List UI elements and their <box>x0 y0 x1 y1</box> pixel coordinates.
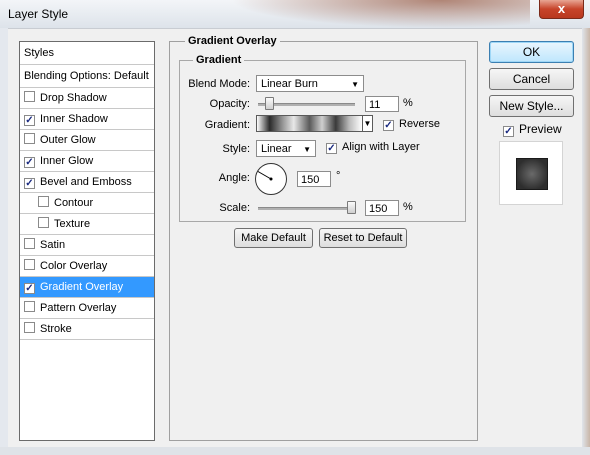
blend-mode-value: Linear Burn <box>261 78 318 90</box>
preview-label: Preview <box>519 122 562 136</box>
style-item-label: Drop Shadow <box>40 92 107 104</box>
style-item-outer-glow[interactable]: Outer Glow <box>20 130 154 151</box>
align-label: Align with Layer <box>342 141 420 153</box>
style-item-texture[interactable]: Texture <box>20 214 154 235</box>
checkbox-icon[interactable] <box>38 196 49 207</box>
checkbox-icon[interactable] <box>24 238 35 249</box>
angle-unit: ° <box>336 170 341 182</box>
chevron-down-icon: ▼ <box>303 145 311 154</box>
opacity-unit: % <box>403 97 413 109</box>
checkbox-icon[interactable] <box>24 322 35 333</box>
window-title: Layer Style <box>8 7 69 21</box>
align-with-layer-checkbox[interactable]: ✓ Align with Layer <box>326 141 420 154</box>
style-item-satin[interactable]: Satin <box>20 235 154 256</box>
checkbox-icon[interactable] <box>24 133 35 144</box>
style-item-label: Contour <box>54 197 94 209</box>
window-border-bottom <box>0 447 590 455</box>
close-button[interactable]: x <box>539 0 584 19</box>
checkbox-icon[interactable] <box>24 91 35 102</box>
style-item-label: Inner Glow <box>40 155 94 167</box>
window-border-right <box>582 28 590 455</box>
style-value: Linear <box>261 143 292 155</box>
scale-label: Scale: <box>219 202 250 214</box>
style-item-inner-glow[interactable]: ✓ Inner Glow <box>20 151 154 172</box>
style-item-stroke[interactable]: Stroke <box>20 319 154 340</box>
align-check-icon: ✓ <box>326 143 337 154</box>
blend-mode-label: Blend Mode: <box>188 78 250 90</box>
opacity-input[interactable]: 11 <box>365 96 399 112</box>
scale-slider-track[interactable] <box>258 207 355 210</box>
reverse-label: Reverse <box>399 118 440 130</box>
style-item-color-overlay[interactable]: Color Overlay <box>20 256 154 277</box>
style-item-label: Bevel and Emboss <box>40 176 132 188</box>
group-title: Gradient <box>193 54 245 66</box>
angle-label: Angle: <box>218 172 250 184</box>
new-style-button[interactable]: New Style... <box>489 95 574 117</box>
blend-mode-select[interactable]: Linear Burn ▼ <box>256 75 364 92</box>
style-item-drop-shadow[interactable]: Drop Shadow <box>20 88 154 109</box>
reverse-checkbox[interactable]: ✓ Reverse <box>383 118 440 131</box>
checkbox-icon[interactable] <box>24 259 35 270</box>
cancel-button[interactable]: Cancel <box>489 68 574 90</box>
checkbox-icon[interactable]: ✓ <box>24 283 35 294</box>
reverse-check-icon: ✓ <box>383 120 394 131</box>
angle-dial[interactable] <box>255 163 287 195</box>
make-default-button[interactable]: Make Default <box>234 228 313 248</box>
checkbox-icon[interactable] <box>38 217 49 228</box>
checkbox-icon[interactable]: ✓ <box>24 115 35 126</box>
reset-to-default-button[interactable]: Reset to Default <box>319 228 407 248</box>
ok-button[interactable]: OK <box>489 41 574 63</box>
blending-options-item[interactable]: Blending Options: Default <box>20 65 154 88</box>
gradient-swatch[interactable] <box>256 115 363 132</box>
preview-thumbnail <box>499 141 563 205</box>
style-item-contour[interactable]: Contour <box>20 193 154 214</box>
style-item-label: Outer Glow <box>40 134 96 146</box>
angle-input[interactable]: 150 <box>297 171 331 187</box>
style-select[interactable]: Linear ▼ <box>256 140 316 157</box>
style-item-label: Gradient Overlay <box>40 281 124 293</box>
title-bar[interactable]: Layer Style <box>0 0 590 29</box>
style-item-bevel-and-emboss[interactable]: ✓ Bevel and Emboss <box>20 172 154 193</box>
style-item-label: Stroke <box>40 323 72 335</box>
styles-list: Styles Blending Options: Default Drop Sh… <box>19 41 155 441</box>
scale-unit: % <box>403 201 413 213</box>
opacity-slider-thumb[interactable] <box>264 97 274 110</box>
scale-input[interactable]: 150 <box>365 200 399 216</box>
preview-swatch <box>516 158 548 190</box>
scale-slider-thumb[interactable] <box>347 201 357 214</box>
chevron-down-icon: ▼ <box>351 80 359 89</box>
checkbox-icon[interactable] <box>24 301 35 312</box>
style-item-label: Color Overlay <box>40 260 108 272</box>
style-item-label: Inner Shadow <box>40 113 108 125</box>
style-item-label: Pattern Overlay <box>40 302 117 314</box>
window-border-left <box>0 28 8 455</box>
section-title: Gradient Overlay <box>185 35 280 47</box>
style-item-inner-shadow[interactable]: ✓ Inner Shadow <box>20 109 154 130</box>
styles-list-header[interactable]: Styles <box>20 42 154 65</box>
opacity-label: Opacity: <box>209 98 250 110</box>
preview-checkbox[interactable]: ✓ Preview <box>503 122 562 137</box>
checkbox-icon[interactable]: ✓ <box>24 157 35 168</box>
style-item-gradient-overlay[interactable]: ✓ Gradient Overlay <box>20 277 154 298</box>
gradient-label: Gradient: <box>204 119 250 131</box>
title-bar-glow <box>230 0 530 28</box>
style-item-pattern-overlay[interactable]: Pattern Overlay <box>20 298 154 319</box>
angle-needle-icon <box>257 171 273 181</box>
style-label: Style: <box>222 143 250 155</box>
chevron-down-icon[interactable]: ▼ <box>363 115 373 132</box>
style-item-label: Satin <box>40 239 66 251</box>
checkbox-icon[interactable]: ✓ <box>24 178 35 189</box>
preview-check-icon: ✓ <box>503 126 514 137</box>
style-item-label: Texture <box>54 218 91 230</box>
